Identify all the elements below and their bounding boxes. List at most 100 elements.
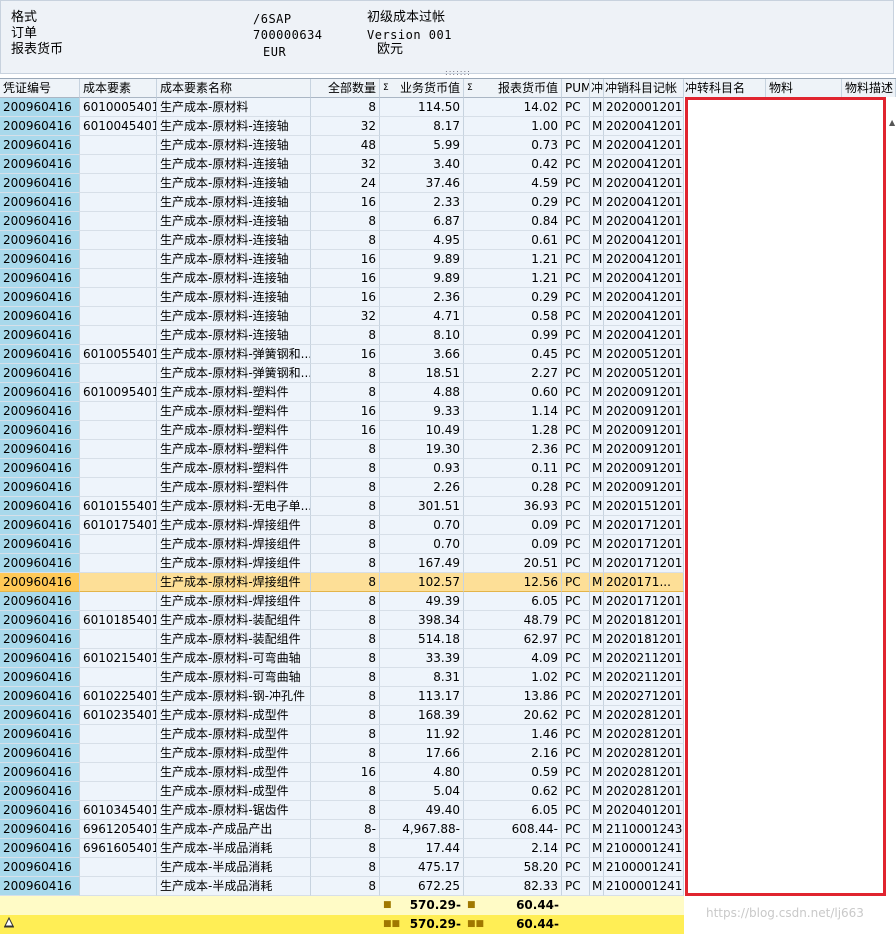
cost-element-name-cell[interactable]: 生产成本-原材料-塑料件: [157, 478, 311, 497]
qty-cell[interactable]: 24: [311, 174, 380, 193]
table-row[interactable]: 200960416 生产成本-原材料-塑料件 8 19.30 2.36 PC M 202009…: [0, 440, 684, 459]
offset-account-cell[interactable]: 2020171...: [604, 573, 684, 592]
voucher-cell[interactable]: 200960416: [0, 174, 80, 193]
voucher-cell[interactable]: 200960416: [0, 155, 80, 174]
cost-element-cell[interactable]: 6010095401: [80, 383, 157, 402]
offset-account-cell[interactable]: 2020041201: [604, 155, 684, 174]
reversal-cell[interactable]: M: [590, 364, 604, 383]
offset-account-cell[interactable]: 2020171201: [604, 535, 684, 554]
offset-account-cell[interactable]: 2020091201: [604, 402, 684, 421]
cost-element-name-cell[interactable]: 生产成本-原材料-塑料件: [157, 383, 311, 402]
cost-element-name-cell[interactable]: 生产成本-原材料-焊接组件: [157, 516, 311, 535]
offset-account-cell[interactable]: 2020091201: [604, 440, 684, 459]
report-value-cell[interactable]: 82.33: [464, 877, 562, 896]
cost-element-cell[interactable]: [80, 269, 157, 288]
offset-account-cell[interactable]: 2020091201: [604, 383, 684, 402]
cost-element-name-cell[interactable]: 生产成本-原材料-连接轴: [157, 231, 311, 250]
report-value-cell[interactable]: 0.29: [464, 193, 562, 212]
qty-cell[interactable]: 16: [311, 288, 380, 307]
reversal-cell[interactable]: M: [590, 155, 604, 174]
col-offset-account-name[interactable]: 冲转科目名: [684, 79, 766, 98]
reversal-cell[interactable]: M: [590, 288, 604, 307]
table-row[interactable]: 200960416 生产成本-原材料-连接轴 32 4.71 0.58 PC M 202004…: [0, 307, 684, 326]
reversal-cell[interactable]: M: [590, 250, 604, 269]
report-value-cell[interactable]: 0.29: [464, 288, 562, 307]
offset-account-cell[interactable]: 2020181201: [604, 611, 684, 630]
col-business-value[interactable]: Σ 业务货币值: [380, 79, 464, 98]
table-row[interactable]: 200960416 生产成本-原材料-连接轴 32 3.40 0.42 PC M 202004…: [0, 155, 684, 174]
cost-element-cell[interactable]: [80, 877, 157, 896]
reversal-cell[interactable]: M: [590, 402, 604, 421]
offset-account-cell[interactable]: 2020211201: [604, 668, 684, 687]
cost-element-name-cell[interactable]: 生产成本-原材料: [157, 98, 311, 117]
cost-element-cell[interactable]: [80, 440, 157, 459]
qty-cell[interactable]: 8: [311, 364, 380, 383]
qty-cell[interactable]: 8: [311, 231, 380, 250]
voucher-cell[interactable]: 200960416: [0, 516, 80, 535]
voucher-cell[interactable]: 200960416: [0, 440, 80, 459]
voucher-cell[interactable]: 200960416: [0, 763, 80, 782]
cost-element-name-cell[interactable]: 生产成本-原材料-塑料件: [157, 402, 311, 421]
report-value-cell[interactable]: 0.09: [464, 516, 562, 535]
pum-cell[interactable]: PC: [562, 687, 590, 706]
reversal-cell[interactable]: M: [590, 193, 604, 212]
offset-account-cell[interactable]: 2100001241: [604, 858, 684, 877]
cost-element-name-cell[interactable]: 生产成本-半成品消耗: [157, 877, 311, 896]
report-value-cell[interactable]: 0.45: [464, 345, 562, 364]
report-value-cell[interactable]: 0.99: [464, 326, 562, 345]
reversal-cell[interactable]: M: [590, 668, 604, 687]
cost-element-cell[interactable]: 6961205401: [80, 820, 157, 839]
report-value-cell[interactable]: 20.51: [464, 554, 562, 573]
table-row-selected[interactable]: 200960416 生产成本-原材料-焊接组件 8 102.57 12.56 PC M 202…: [0, 573, 684, 592]
voucher-cell[interactable]: 200960416: [0, 250, 80, 269]
business-value-cell[interactable]: 4.71: [380, 307, 464, 326]
cost-element-name-cell[interactable]: 生产成本-原材料-钢-冲孔件: [157, 687, 311, 706]
voucher-cell[interactable]: 200960416: [0, 307, 80, 326]
offset-account-cell[interactable]: 2020281201: [604, 706, 684, 725]
pum-cell[interactable]: PC: [562, 554, 590, 573]
cost-element-name-cell[interactable]: 生产成本-原材料-连接轴: [157, 174, 311, 193]
business-value-cell[interactable]: 9.33: [380, 402, 464, 421]
voucher-cell[interactable]: 200960416: [0, 744, 80, 763]
report-value-cell[interactable]: 13.86: [464, 687, 562, 706]
offset-account-cell[interactable]: 2020051201: [604, 345, 684, 364]
business-value-cell[interactable]: 0.70: [380, 535, 464, 554]
report-value-cell[interactable]: 0.28: [464, 478, 562, 497]
table-row[interactable]: 200960416 6010005401 生产成本-原材料 8 114.50 14.02 P…: [0, 98, 684, 117]
reversal-cell[interactable]: M: [590, 440, 604, 459]
col-reversal[interactable]: 冲: [590, 79, 604, 98]
report-value-cell[interactable]: 4.09: [464, 649, 562, 668]
offset-account-cell[interactable]: 2020281201: [604, 725, 684, 744]
cost-element-cell[interactable]: [80, 136, 157, 155]
qty-cell[interactable]: 8: [311, 383, 380, 402]
splitter-handle[interactable]: :::::::: [445, 69, 470, 77]
voucher-cell[interactable]: 200960416: [0, 136, 80, 155]
cost-element-name-cell[interactable]: 生产成本-原材料-连接轴: [157, 193, 311, 212]
business-value-cell[interactable]: 4.88: [380, 383, 464, 402]
offset-account-cell[interactable]: 2020281201: [604, 782, 684, 801]
report-value-cell[interactable]: 0.11: [464, 459, 562, 478]
pum-cell[interactable]: PC: [562, 402, 590, 421]
cost-element-cell[interactable]: 6010345401: [80, 801, 157, 820]
cost-element-name-cell[interactable]: 生产成本-原材料-连接轴: [157, 326, 311, 345]
reversal-cell[interactable]: M: [590, 706, 604, 725]
offset-account-cell[interactable]: 2020041201: [604, 117, 684, 136]
offset-account-cell[interactable]: 2020041201: [604, 288, 684, 307]
pum-cell[interactable]: PC: [562, 592, 590, 611]
pum-cell[interactable]: PC: [562, 839, 590, 858]
qty-cell[interactable]: 8: [311, 630, 380, 649]
cost-element-name-cell[interactable]: 生产成本-原材料-连接轴: [157, 212, 311, 231]
cost-element-name-cell[interactable]: 生产成本-半成品消耗: [157, 839, 311, 858]
offset-account-cell[interactable]: 2110001243: [604, 820, 684, 839]
voucher-cell[interactable]: 200960416: [0, 820, 80, 839]
qty-cell[interactable]: 8: [311, 668, 380, 687]
voucher-cell[interactable]: 200960416: [0, 630, 80, 649]
business-value-cell[interactable]: 4.80: [380, 763, 464, 782]
cost-element-name-cell[interactable]: 生产成本-半成品消耗: [157, 858, 311, 877]
cost-element-cell[interactable]: 6010235401: [80, 706, 157, 725]
col-total-qty[interactable]: 全部数量: [311, 79, 380, 98]
business-value-cell[interactable]: 2.26: [380, 478, 464, 497]
col-pum[interactable]: PUM: [562, 79, 590, 98]
business-value-cell[interactable]: 8.10: [380, 326, 464, 345]
business-value-cell[interactable]: 2.36: [380, 288, 464, 307]
